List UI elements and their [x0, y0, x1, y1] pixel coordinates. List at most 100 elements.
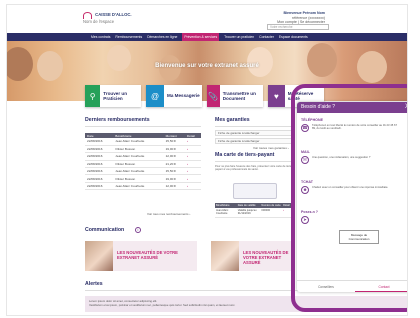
alert-text: Vestibulum eros ipsum, pulvinar et vesti… — [89, 303, 236, 307]
hero-person-image — [307, 43, 337, 77]
cell-amount: 21,20 € — [163, 160, 185, 169]
tile-messaging[interactable]: @ Ma Messagerie — [146, 85, 202, 107]
table-row[interactable]: 22/08/2016 Jean-Marc Courbette 12,00 € › — [85, 182, 201, 191]
cell-beneficiary: Jean-Marc Courbette — [113, 152, 164, 161]
table-row[interactable]: 22/08/2016 Jean-Marc Courbette 15,50 € › — [85, 167, 201, 176]
paperclip-icon: 📎 — [207, 85, 220, 107]
greeting-reference: référence (xxxxxxxx) — [292, 15, 325, 20]
panel-scrollbar[interactable] — [407, 116, 408, 266]
at-sign-icon: @ — [146, 85, 164, 107]
communication-card-title: LES NOUVEAUTÉS DE VOTRE EXTRANET ASSURÉ — [243, 250, 289, 265]
guarantee-download-link[interactable]: Fiche de garantie à télécharger — [215, 130, 293, 136]
tile-label: Transmettre un Document — [222, 90, 256, 101]
cell-beneficiary: Jean-Marc Courbette — [113, 182, 164, 191]
cell-beneficiary: Jean-Marc Courbette — [113, 138, 164, 146]
reimbursements-table: Date Bénéficiaire Montant Détail 22/08/2… — [85, 133, 201, 191]
main-nav: Mes contrats Remboursements Démarches en… — [7, 33, 407, 41]
row-detail-link[interactable]: › — [184, 145, 201, 154]
table-row[interactable]: 22/08/2016 Jean-Marc Courbette 12,00 € › — [85, 152, 201, 161]
quick-action-tiles: ⚲ Trouver un Praticien @ Ma Messagerie 📎… — [85, 85, 324, 107]
guarantee-download-link[interactable]: Fiche de garantie à télécharger — [215, 138, 293, 144]
column-header: Numéro de carte — [261, 204, 281, 207]
see-all-reimbursements-link[interactable]: Voir tous mes remboursements › — [147, 212, 190, 216]
scrollbar-thumb[interactable] — [407, 116, 408, 156]
browser-viewport: CAISSE D'ALLOC. Nom de l'espace Bienvenu… — [6, 4, 408, 316]
search-input[interactable]: Votre recherche — [267, 24, 329, 30]
communication-card-image — [211, 241, 239, 271]
logo-line1: CAISSE D'ALLOC. — [95, 12, 132, 17]
row-detail-link[interactable]: › — [184, 160, 201, 169]
cell-date: 22/08/2016 — [85, 152, 114, 161]
communication-card-image — [85, 241, 113, 271]
alerts-title: Alertes — [85, 281, 103, 287]
column-header: Date de validité — [237, 204, 256, 207]
reimbursements-title: Derniers remboursements — [85, 117, 150, 123]
user-greeting: Bienvenue Prénom Nom référence (xxxxxxxx… — [277, 11, 325, 25]
hero-title: Bienvenue sur votre extranet assuré — [155, 63, 259, 69]
location-pin-icon: ⚲ — [85, 85, 101, 107]
site-header: CAISSE D'ALLOC. Nom de l'espace Bienvenu… — [7, 5, 407, 33]
column-header: Bénéficiaire — [216, 204, 230, 207]
row-detail-link[interactable]: › — [184, 138, 201, 146]
cell-date: 22/08/2016 — [85, 138, 114, 146]
cell-beneficiary: Olivier Busson — [113, 174, 164, 183]
cell-validity: Valable jusqu'au 31/12/2016 — [237, 209, 257, 216]
nav-item-contracts[interactable]: Mes contrats — [91, 35, 110, 39]
nav-item-prevention[interactable]: Prévention & services — [182, 33, 220, 41]
communication-card[interactable]: LES NOUVEAUTÉS DE VOTRE EXTRANET ASSURÉ — [85, 241, 197, 271]
cell-beneficiary: Jean-Marc Courbette — [216, 209, 229, 216]
row-detail-link[interactable]: › — [184, 174, 201, 183]
cell-date: 22/08/2016 — [85, 167, 114, 176]
tpcard-header-row: Bénéficiaire Date de validité Numéro de … — [215, 203, 293, 208]
info-icon[interactable]: i — [135, 227, 141, 233]
cell-amount: 12,00 € — [163, 182, 185, 191]
row-detail-link[interactable]: › — [184, 167, 201, 176]
cell-amount: 15,50 € — [163, 138, 185, 146]
nav-item-online-steps[interactable]: Démarches en ligne — [147, 35, 177, 39]
nav-item-documents[interactable]: Espace documents — [279, 35, 308, 39]
row-detail-link[interactable]: › — [184, 152, 201, 161]
cell-date: 22/08/2016 — [85, 174, 114, 183]
cell-amount: 15,50 € — [163, 167, 185, 176]
site-logo[interactable]: CAISSE D'ALLOC. Nom de l'espace — [83, 12, 132, 24]
tpcard-row[interactable]: Jean-Marc Courbette Valable jusqu'au 31/… — [215, 209, 293, 218]
tpcard-image — [233, 183, 277, 199]
table-row[interactable]: 22/08/2016 Olivier Busson 21,20 € › — [85, 160, 201, 169]
tpcard-description: Pour ne plus faire l'avance des frais, p… — [215, 165, 292, 172]
see-all-guarantees-link[interactable]: Voir toutes mes garanties › — [253, 146, 289, 150]
table-row[interactable]: 22/08/2016 Jean-Marc Courbette 15,50 € › — [85, 138, 201, 146]
table-row[interactable]: 22/08/2016 Olivier Busson 19,00 € › — [85, 145, 201, 154]
cell-date: 22/08/2016 — [85, 145, 114, 154]
communication-card-title: LES NOUVEAUTÉS DE VOTRE EXTRANET ASSURÉ — [117, 250, 178, 260]
cell-amount: 12,00 € — [163, 152, 185, 161]
row-detail-link[interactable]: › — [184, 182, 201, 191]
tile-find-practitioner[interactable]: ⚲ Trouver un Praticien — [85, 85, 141, 107]
greeting-name: Bienvenue Prénom Nom — [283, 11, 325, 15]
table-row[interactable]: 22/08/2016 Olivier Busson 19,00 € › — [85, 174, 201, 183]
section-divider — [215, 126, 293, 127]
cell-amount: 19,00 € — [163, 174, 185, 183]
cell-amount: 19,00 € — [163, 145, 185, 154]
cell-beneficiary: Olivier Busson — [113, 145, 164, 154]
logo-mark-icon — [83, 12, 92, 19]
tile-label: Ma Messagerie — [167, 93, 200, 99]
cell-beneficiary: Jean-Marc Courbette — [113, 167, 164, 176]
section-divider — [85, 126, 201, 127]
highlight-outline — [291, 84, 407, 312]
hero-person-image — [247, 47, 273, 77]
communication-card[interactable]: LES NOUVEAUTÉS DE VOTRE EXTRANET ASSURÉ — [211, 241, 293, 271]
logo-line2: Nom de l'espace — [83, 19, 115, 24]
cell-date: 22/08/2016 — [85, 160, 114, 169]
heart-icon: ♥ — [268, 85, 285, 107]
tile-label: Trouver un Praticien — [103, 90, 128, 101]
section-divider — [215, 161, 293, 162]
tile-send-document[interactable]: 📎 Transmettre un Document — [207, 85, 263, 107]
nav-item-contact[interactable]: Contacter — [259, 35, 274, 39]
nav-item-find-practitioner[interactable]: Trouver un praticien — [224, 35, 254, 39]
nav-item-reimbursements[interactable]: Remboursements — [115, 35, 142, 39]
communication-title: Communication — [85, 227, 125, 233]
cell-beneficiary: Olivier Busson — [113, 160, 164, 169]
cell-card-number: 000000 — [261, 209, 271, 212]
guarantees-title: Mes garanties — [215, 117, 250, 123]
tpcard-title: Ma carte de tiers-payant — [215, 152, 275, 158]
